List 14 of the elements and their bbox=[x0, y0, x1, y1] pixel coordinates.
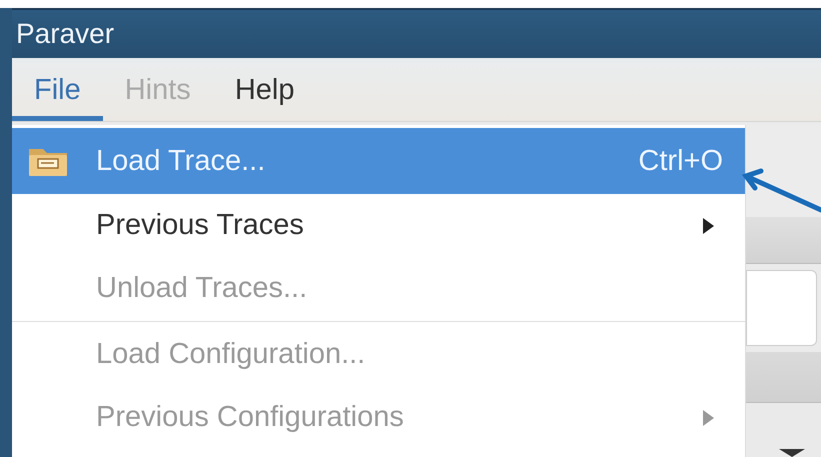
submenu-arrow-icon bbox=[701, 408, 715, 426]
dropdown-arrow-icon[interactable] bbox=[779, 449, 805, 457]
menu-item-label: Unload Traces... bbox=[96, 272, 308, 305]
menu-item-label: Previous Configurations bbox=[96, 401, 405, 434]
menu-item-label: Load Trace... bbox=[96, 144, 266, 178]
input-field[interactable] bbox=[746, 270, 817, 346]
window-title: Paraver bbox=[16, 18, 114, 50]
menu-item-label: Load Configuration... bbox=[96, 338, 366, 371]
menu-item[interactable]: Help bbox=[212, 58, 316, 121]
submenu-arrow-icon bbox=[701, 216, 715, 234]
menu-item[interactable]: Load Trace... Ctrl+O bbox=[12, 128, 745, 194]
shortcut-label: Ctrl+O bbox=[638, 144, 723, 178]
menu-item-label: Previous Traces bbox=[96, 209, 305, 242]
menu-item[interactable]: Previous Traces bbox=[12, 194, 745, 257]
